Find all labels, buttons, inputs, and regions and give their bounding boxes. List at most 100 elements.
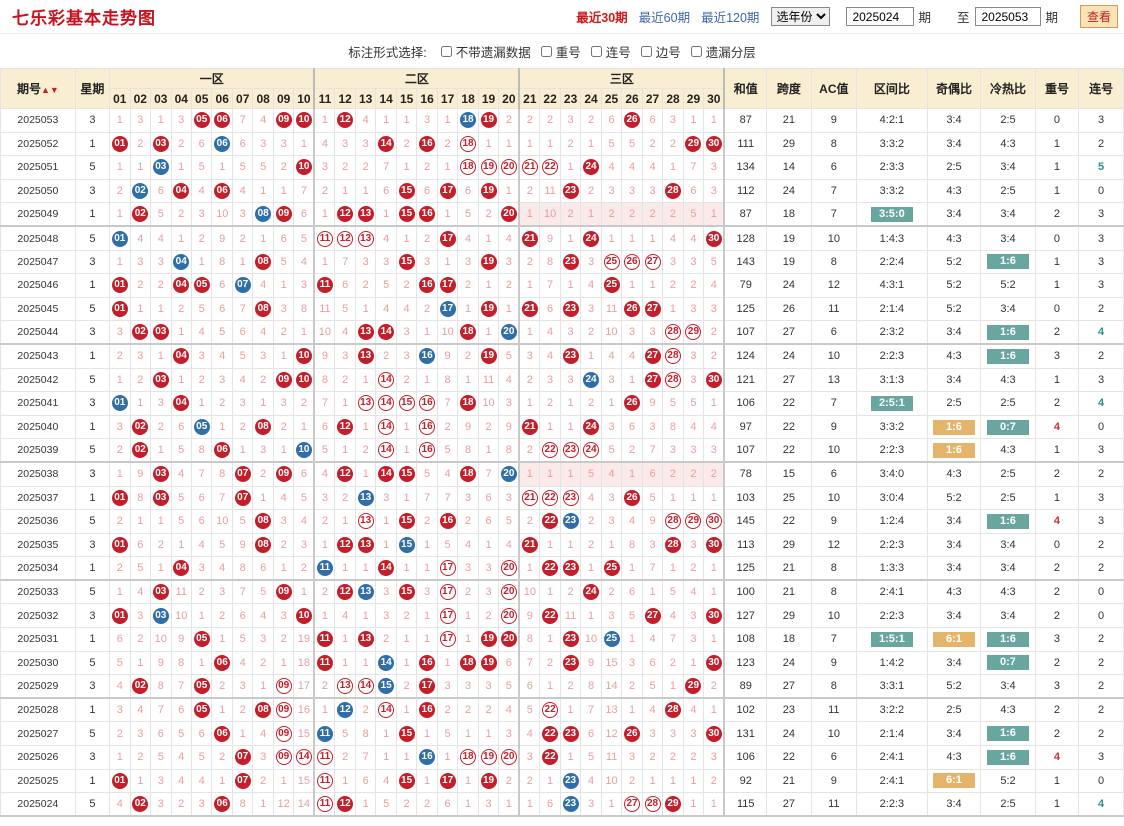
omission-cell: 2: [129, 273, 152, 298]
omission-cell: 4: [457, 225, 479, 251]
link-recent-30[interactable]: 最近30期: [576, 7, 627, 26]
option-edge[interactable]: 边号: [640, 42, 681, 61]
omission-cell: 3: [477, 579, 500, 605]
omission-cell: 1: [190, 650, 213, 676]
drawn-ball: 19: [480, 348, 497, 365]
from-issue-input[interactable]: [846, 7, 915, 26]
number-cell: 13: [354, 485, 377, 511]
ratio-tag: 0:7: [986, 419, 1029, 435]
number-cell: 17: [436, 627, 459, 652]
option-edge-checkbox[interactable]: [640, 45, 652, 57]
omission-cell: 2: [539, 650, 561, 676]
option-repeat[interactable]: 重号: [540, 42, 581, 61]
omission-cell: 2: [580, 509, 602, 534]
drawn-ball: 14: [295, 749, 312, 766]
number-header: 11: [313, 88, 336, 109]
number-cell: 03: [150, 461, 172, 487]
omission-cell: 6: [293, 202, 316, 228]
consec-cell: 0: [1078, 414, 1124, 440]
omission-cell: 1: [395, 414, 418, 440]
number-cell: 10: [293, 108, 316, 133]
number-header: 23: [559, 88, 582, 109]
omission-cell: 1: [662, 296, 684, 322]
number-cell: 23: [559, 792, 582, 818]
drawn-ball: 30: [705, 725, 722, 742]
to-issue-input[interactable]: [975, 7, 1042, 26]
omission-cell: 3: [231, 202, 254, 228]
option-omission-layers-checkbox[interactable]: [690, 45, 702, 57]
repeat-cell: 2: [1034, 650, 1080, 676]
omission-cell: 3: [129, 603, 152, 629]
omission-cell: 1: [498, 178, 521, 204]
option-consecutive[interactable]: 连号: [590, 42, 631, 61]
zone-ratio-cell: 3:0:4: [856, 485, 928, 511]
special-ball: 24: [583, 371, 600, 388]
omission-cell: 3: [682, 296, 705, 322]
drawn-ball: 21: [521, 159, 538, 176]
omission-cell: 3: [150, 249, 172, 275]
number-cell: 13: [354, 225, 377, 251]
omission-cell: 2: [641, 202, 664, 228]
link-recent-60[interactable]: 最近60期: [639, 7, 690, 26]
option-no-omission[interactable]: 不带遗漏数据: [440, 42, 531, 61]
view-button[interactable]: 查看: [1079, 5, 1118, 28]
special-ball: 23: [562, 796, 579, 813]
odd-even-cell: 3:4: [926, 650, 982, 676]
omission-cell: 14: [293, 792, 316, 818]
omission-cell: 3: [682, 721, 705, 747]
number-cell: 02: [129, 178, 152, 204]
number-cell: 01: [109, 603, 131, 629]
omission-cell: 4: [252, 721, 274, 747]
drawn-ball: 16: [419, 135, 436, 152]
repeat-cell: 2: [1034, 721, 1080, 747]
omission-cell: 6: [231, 131, 254, 157]
issue-cell: 2025046: [0, 273, 76, 298]
omission-cell: 5: [170, 485, 192, 511]
ac-cell: 10: [810, 603, 858, 629]
omission-cell: 3: [252, 745, 274, 770]
number-header: 20: [498, 88, 521, 109]
number-cell: 06: [211, 108, 233, 133]
number-cell: 12: [334, 414, 356, 440]
drawn-ball: 30: [705, 371, 722, 388]
omission-cell: 8: [313, 367, 336, 393]
number-cell: 09: [272, 579, 295, 605]
option-repeat-checkbox[interactable]: [540, 45, 552, 57]
number-cell: 05: [190, 108, 213, 133]
omission-cell: 2: [170, 296, 192, 322]
drawn-ball: 09: [275, 371, 292, 388]
ac-cell: 12: [810, 273, 858, 298]
omission-cell: 5: [375, 273, 397, 298]
omission-cell: 2: [231, 414, 254, 440]
omission-cell: 7: [334, 249, 356, 275]
number-cell: 16: [416, 391, 438, 416]
omission-cell: 1: [293, 414, 316, 440]
number-cell: 06: [211, 438, 233, 464]
omission-cell: 3: [641, 532, 664, 558]
omission-cell: 11: [559, 603, 582, 629]
link-recent-120[interactable]: 最近120期: [701, 7, 759, 26]
omission-cell: 4: [252, 108, 274, 133]
zone-ratio-cell: 2:2:4: [856, 249, 928, 275]
zone-ratio-cell: 4:3:1: [856, 273, 928, 298]
omission-cell: 2: [334, 367, 356, 393]
drawn-ball: 29: [664, 796, 681, 813]
sum-cell: 123: [723, 650, 768, 676]
option-consecutive-checkbox[interactable]: [590, 45, 602, 57]
option-no-omission-checkbox[interactable]: [440, 45, 452, 57]
issue-cell: 2025038: [0, 461, 76, 487]
number-cell: 20: [498, 155, 521, 180]
option-omission-layers[interactable]: 遗漏分层: [690, 42, 756, 61]
number-cell: 16: [416, 697, 438, 723]
issue-header[interactable]: 期号▲▼: [0, 68, 76, 109]
ac-cell: 10: [810, 343, 858, 369]
ac-cell: 9: [810, 768, 858, 794]
number-cell: 23: [559, 768, 582, 794]
number-cell: 08: [252, 202, 274, 228]
drawn-ball: 10: [295, 112, 312, 129]
year-select[interactable]: 选年份: [771, 7, 831, 26]
omission-cell: 3: [190, 202, 213, 228]
odd-even-cell: 3:4: [926, 367, 982, 393]
number-cell: 20: [498, 461, 521, 487]
odd-even-cell: 2:5: [926, 155, 982, 180]
